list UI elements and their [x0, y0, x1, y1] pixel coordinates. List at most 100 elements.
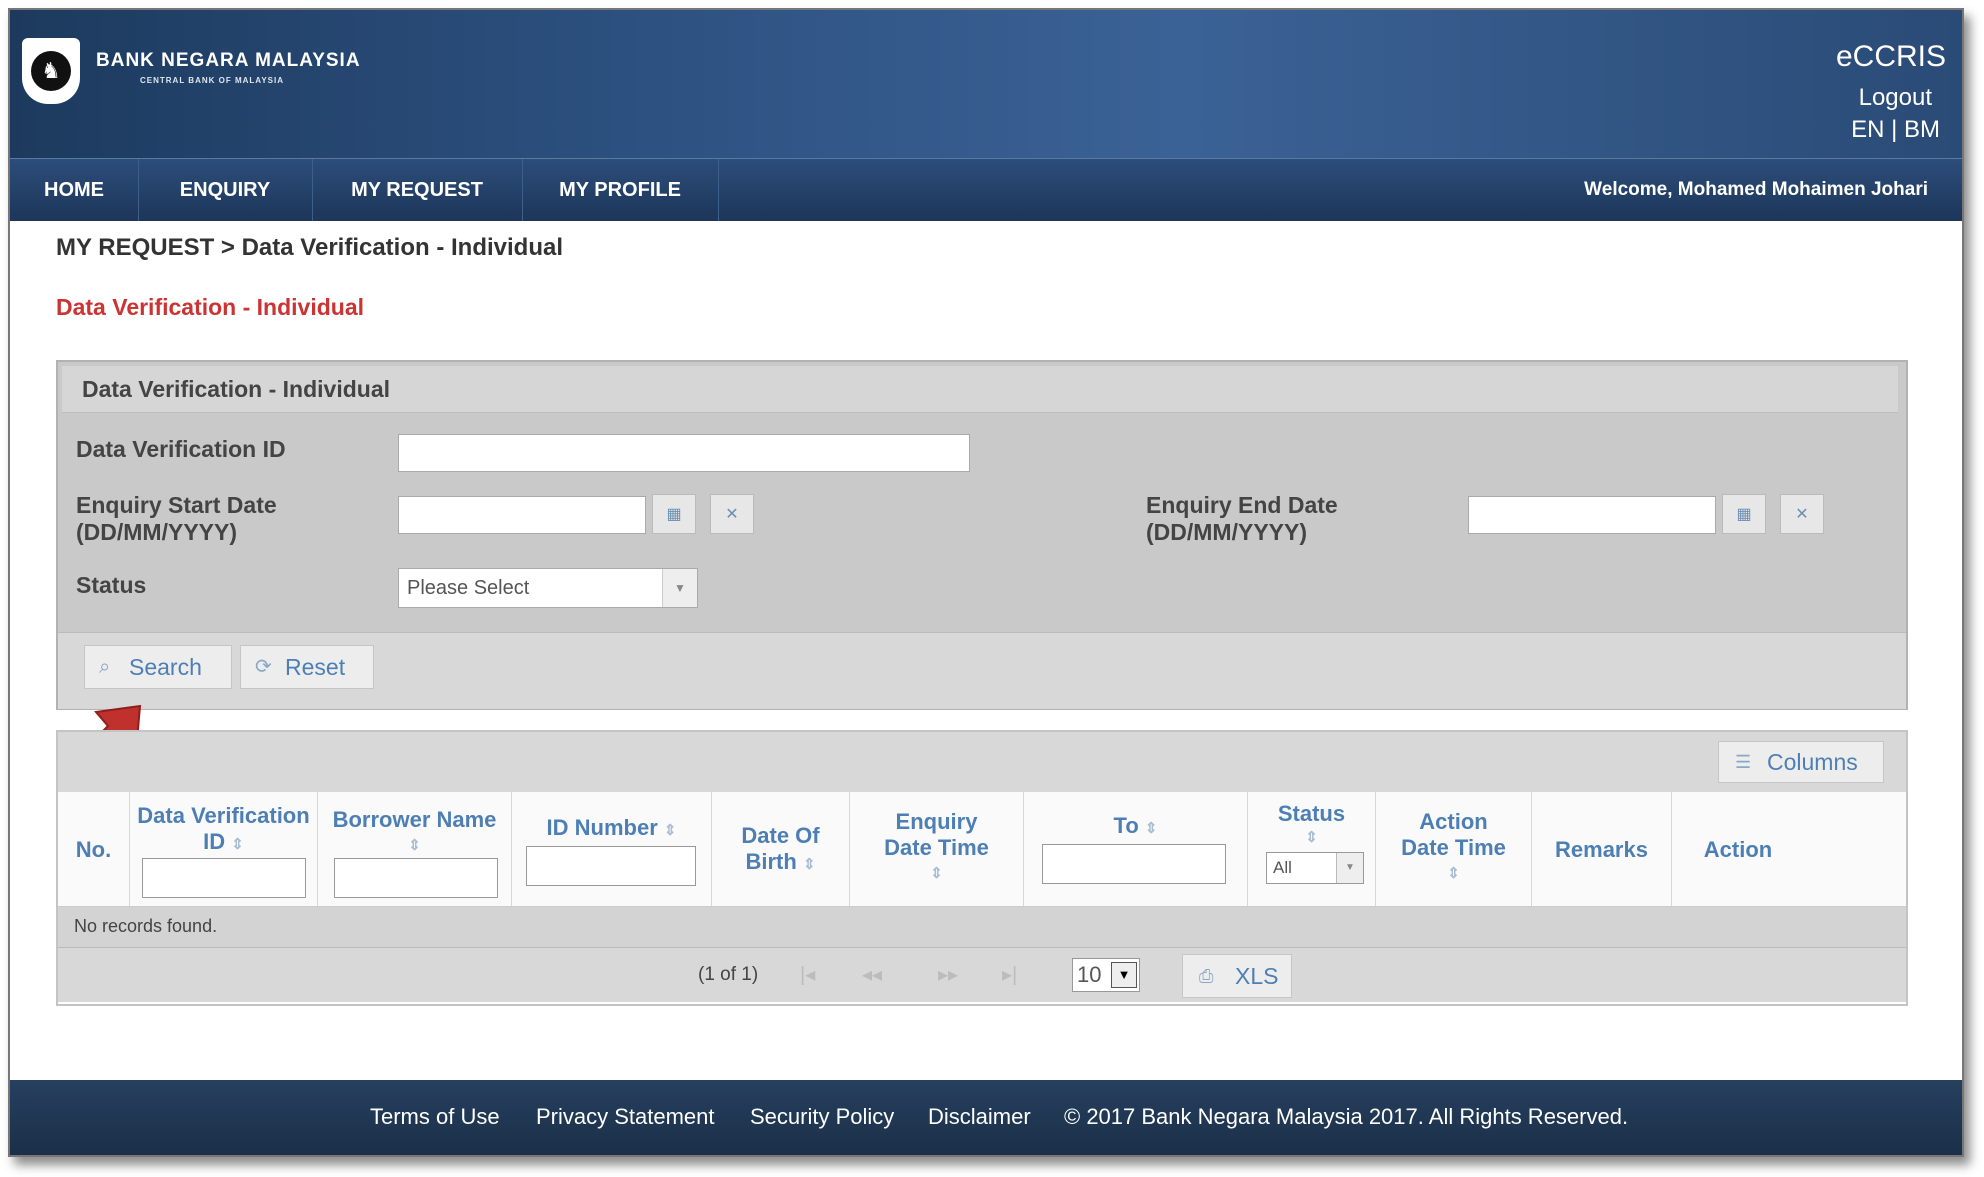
column-header-status[interactable]: Status ⇕ All ▼	[1248, 792, 1376, 906]
status-label: Status	[76, 572, 147, 598]
sort-icon: ⇕	[1305, 829, 1318, 846]
start-date-clear-icon[interactable]: ✕	[710, 494, 754, 534]
column-header-action[interactable]: Action	[1672, 792, 1904, 906]
search-icon: ⌕	[99, 656, 111, 678]
end-date-clear-icon[interactable]: ✕	[1780, 494, 1824, 534]
column-header-action-date-time[interactable]: Action Date Time ⇕	[1376, 792, 1532, 906]
end-date-label: Enquiry End Date (DD/MM/YYYY)	[1146, 492, 1338, 546]
search-panel-title: Data Verification - Individual	[82, 376, 391, 402]
end-date-label-line2: (DD/MM/YYYY)	[1146, 519, 1307, 545]
start-date-label-line2: (DD/MM/YYYY)	[76, 519, 237, 545]
table-header-row: No. Data Verification ID ⇕ Borrower Name…	[58, 792, 1906, 907]
columns-button[interactable]: ☰ Columns	[1718, 741, 1884, 783]
page-size-value: 10	[1077, 962, 1102, 987]
main-nav: HOME ENQUIRY MY REQUEST MY PROFILE Welco…	[10, 158, 1962, 221]
empty-results-message: No records found.	[74, 916, 218, 936]
page-title: Data Verification - Individual	[56, 294, 365, 320]
status-filter-value: All	[1273, 858, 1292, 877]
end-date-input[interactable]	[1468, 496, 1716, 534]
footer-link-privacy[interactable]: Privacy Statement	[536, 1104, 715, 1130]
column-header-dv-id-text: ID	[203, 829, 226, 854]
column-header-to-label: To	[1113, 813, 1139, 838]
nav-item-home[interactable]: HOME	[10, 159, 139, 221]
reset-button[interactable]: ⟳ Reset	[240, 645, 374, 689]
paginator: (1 of 1) |◂ ◂◂ ▸▸ ▸| 10 ▼ ⎙ XLS	[58, 948, 1906, 1002]
page-count: (1 of 1)	[698, 964, 759, 985]
column-header-borrower-name[interactable]: Borrower Name ⇕	[318, 792, 512, 906]
sort-icon: ⇕	[408, 837, 421, 854]
breadcrumb: MY REQUEST > Data Verification - Individ…	[56, 234, 563, 261]
sort-icon: ⇕	[663, 822, 677, 839]
footer-link-disclaimer[interactable]: Disclaimer	[928, 1104, 1031, 1130]
column-header-to[interactable]: To ⇕	[1024, 792, 1248, 906]
footer-link-terms[interactable]: Terms of Use	[370, 1104, 500, 1130]
column-header-status-label: Status	[1277, 801, 1346, 826]
search-panel: Data Verification - Individual Data Veri…	[56, 360, 1908, 710]
sort-icon: ⇕	[1144, 820, 1158, 837]
start-date-calendar-icon[interactable]: ▦	[652, 494, 696, 534]
header-bar: ♞ BANK NEGARA MALAYSIA CENTRAL BANK OF M…	[10, 10, 1962, 158]
to-filter-input[interactable]	[1042, 844, 1226, 884]
bnm-logo-emblem: ♞	[31, 51, 71, 91]
status-select-value: Please Select	[407, 577, 530, 599]
last-page-icon[interactable]: ▸|	[1002, 962, 1017, 987]
status-filter-select[interactable]: All ▼	[1266, 852, 1364, 884]
nav-item-my-request[interactable]: MY REQUEST	[312, 159, 523, 221]
dv-id-filter-input[interactable]	[142, 858, 306, 898]
column-header-dv-id-line2: ID ⇕	[130, 828, 317, 858]
column-header-date-of-birth[interactable]: Date Of Birth ⇕	[712, 792, 850, 906]
table-toolbar: ☰ Columns	[58, 732, 1906, 792]
status-select[interactable]: Please Select ▼	[398, 568, 698, 608]
search-button-bar: ⌕ Search ⟳ Reset	[58, 632, 1906, 709]
id-number-filter-input[interactable]	[526, 846, 696, 886]
bnm-logo-icon[interactable]: ♞	[22, 38, 80, 104]
xls-button-label: XLS	[1235, 963, 1279, 989]
language-switcher[interactable]: EN | BM	[1851, 116, 1940, 144]
nav-item-enquiry[interactable]: ENQUIRY	[138, 159, 313, 221]
column-header-id-number[interactable]: ID Number ⇕	[512, 792, 712, 906]
column-header-borrower-label: Borrower Name	[332, 807, 497, 832]
dv-id-label: Data Verification ID	[76, 436, 286, 462]
results-table: ☰ Columns No. Data Verification ID ⇕ Bor…	[56, 730, 1908, 1006]
search-panel-header: Data Verification - Individual	[62, 366, 1898, 413]
next-page-icon[interactable]: ▸▸	[938, 962, 958, 987]
start-date-input[interactable]	[398, 496, 646, 534]
footer: Terms of Use Privacy Statement Security …	[10, 1080, 1962, 1155]
column-header-dob-line1: Date Of	[741, 823, 820, 848]
xls-icon: ⎙	[1199, 966, 1214, 986]
column-header-no-label: No.	[75, 837, 112, 862]
reset-button-label: Reset	[285, 654, 346, 680]
column-header-action-dt-line2: Date Time	[1401, 835, 1506, 860]
column-header-action-dt-line1: Action	[1419, 809, 1488, 834]
end-date-calendar-icon[interactable]: ▦	[1722, 494, 1766, 534]
bank-name: BANK NEGARA MALAYSIA	[96, 50, 361, 71]
logout-link[interactable]: Logout	[1859, 84, 1932, 112]
column-header-enquiry-line2: Date Time	[884, 835, 989, 860]
column-header-dob-line2: Birth	[745, 849, 797, 874]
chevron-down-icon: ▼	[662, 569, 697, 607]
footer-link-security[interactable]: Security Policy	[750, 1104, 894, 1130]
sort-icon: ⇕	[802, 856, 816, 873]
column-header-remarks[interactable]: Remarks	[1532, 792, 1672, 906]
nav-item-my-profile[interactable]: MY PROFILE	[522, 159, 719, 221]
column-header-enquiry-date-time[interactable]: Enquiry Date Time ⇕	[850, 792, 1024, 906]
sort-icon: ⇕	[1447, 865, 1460, 882]
column-header-remarks-label: Remarks	[1555, 837, 1648, 862]
empty-results-row: No records found.	[58, 907, 1906, 948]
column-header-enquiry-line1: Enquiry	[895, 809, 978, 834]
column-header-no[interactable]: No.	[58, 792, 130, 906]
prev-page-icon[interactable]: ◂◂	[862, 962, 882, 987]
search-button[interactable]: ⌕ Search	[84, 645, 232, 689]
search-button-label: Search	[129, 654, 202, 680]
column-header-id-number-label: ID Number	[546, 815, 658, 840]
welcome-text: Welcome, Mohamed Mohaimen Johari	[1584, 179, 1928, 200]
dv-id-input[interactable]	[398, 434, 970, 472]
borrower-name-filter-input[interactable]	[334, 858, 498, 898]
first-page-icon[interactable]: |◂	[800, 962, 815, 987]
xls-export-button[interactable]: ⎙ XLS	[1182, 954, 1292, 998]
start-date-label: Enquiry Start Date (DD/MM/YYYY)	[76, 492, 277, 546]
end-date-label-line1: Enquiry End Date	[1146, 492, 1338, 518]
footer-copyright: © 2017 Bank Negara Malaysia 2017. All Ri…	[1064, 1104, 1629, 1129]
page-size-select[interactable]: 10 ▼	[1072, 958, 1140, 992]
column-header-dv-id[interactable]: Data Verification ID ⇕	[130, 792, 318, 906]
